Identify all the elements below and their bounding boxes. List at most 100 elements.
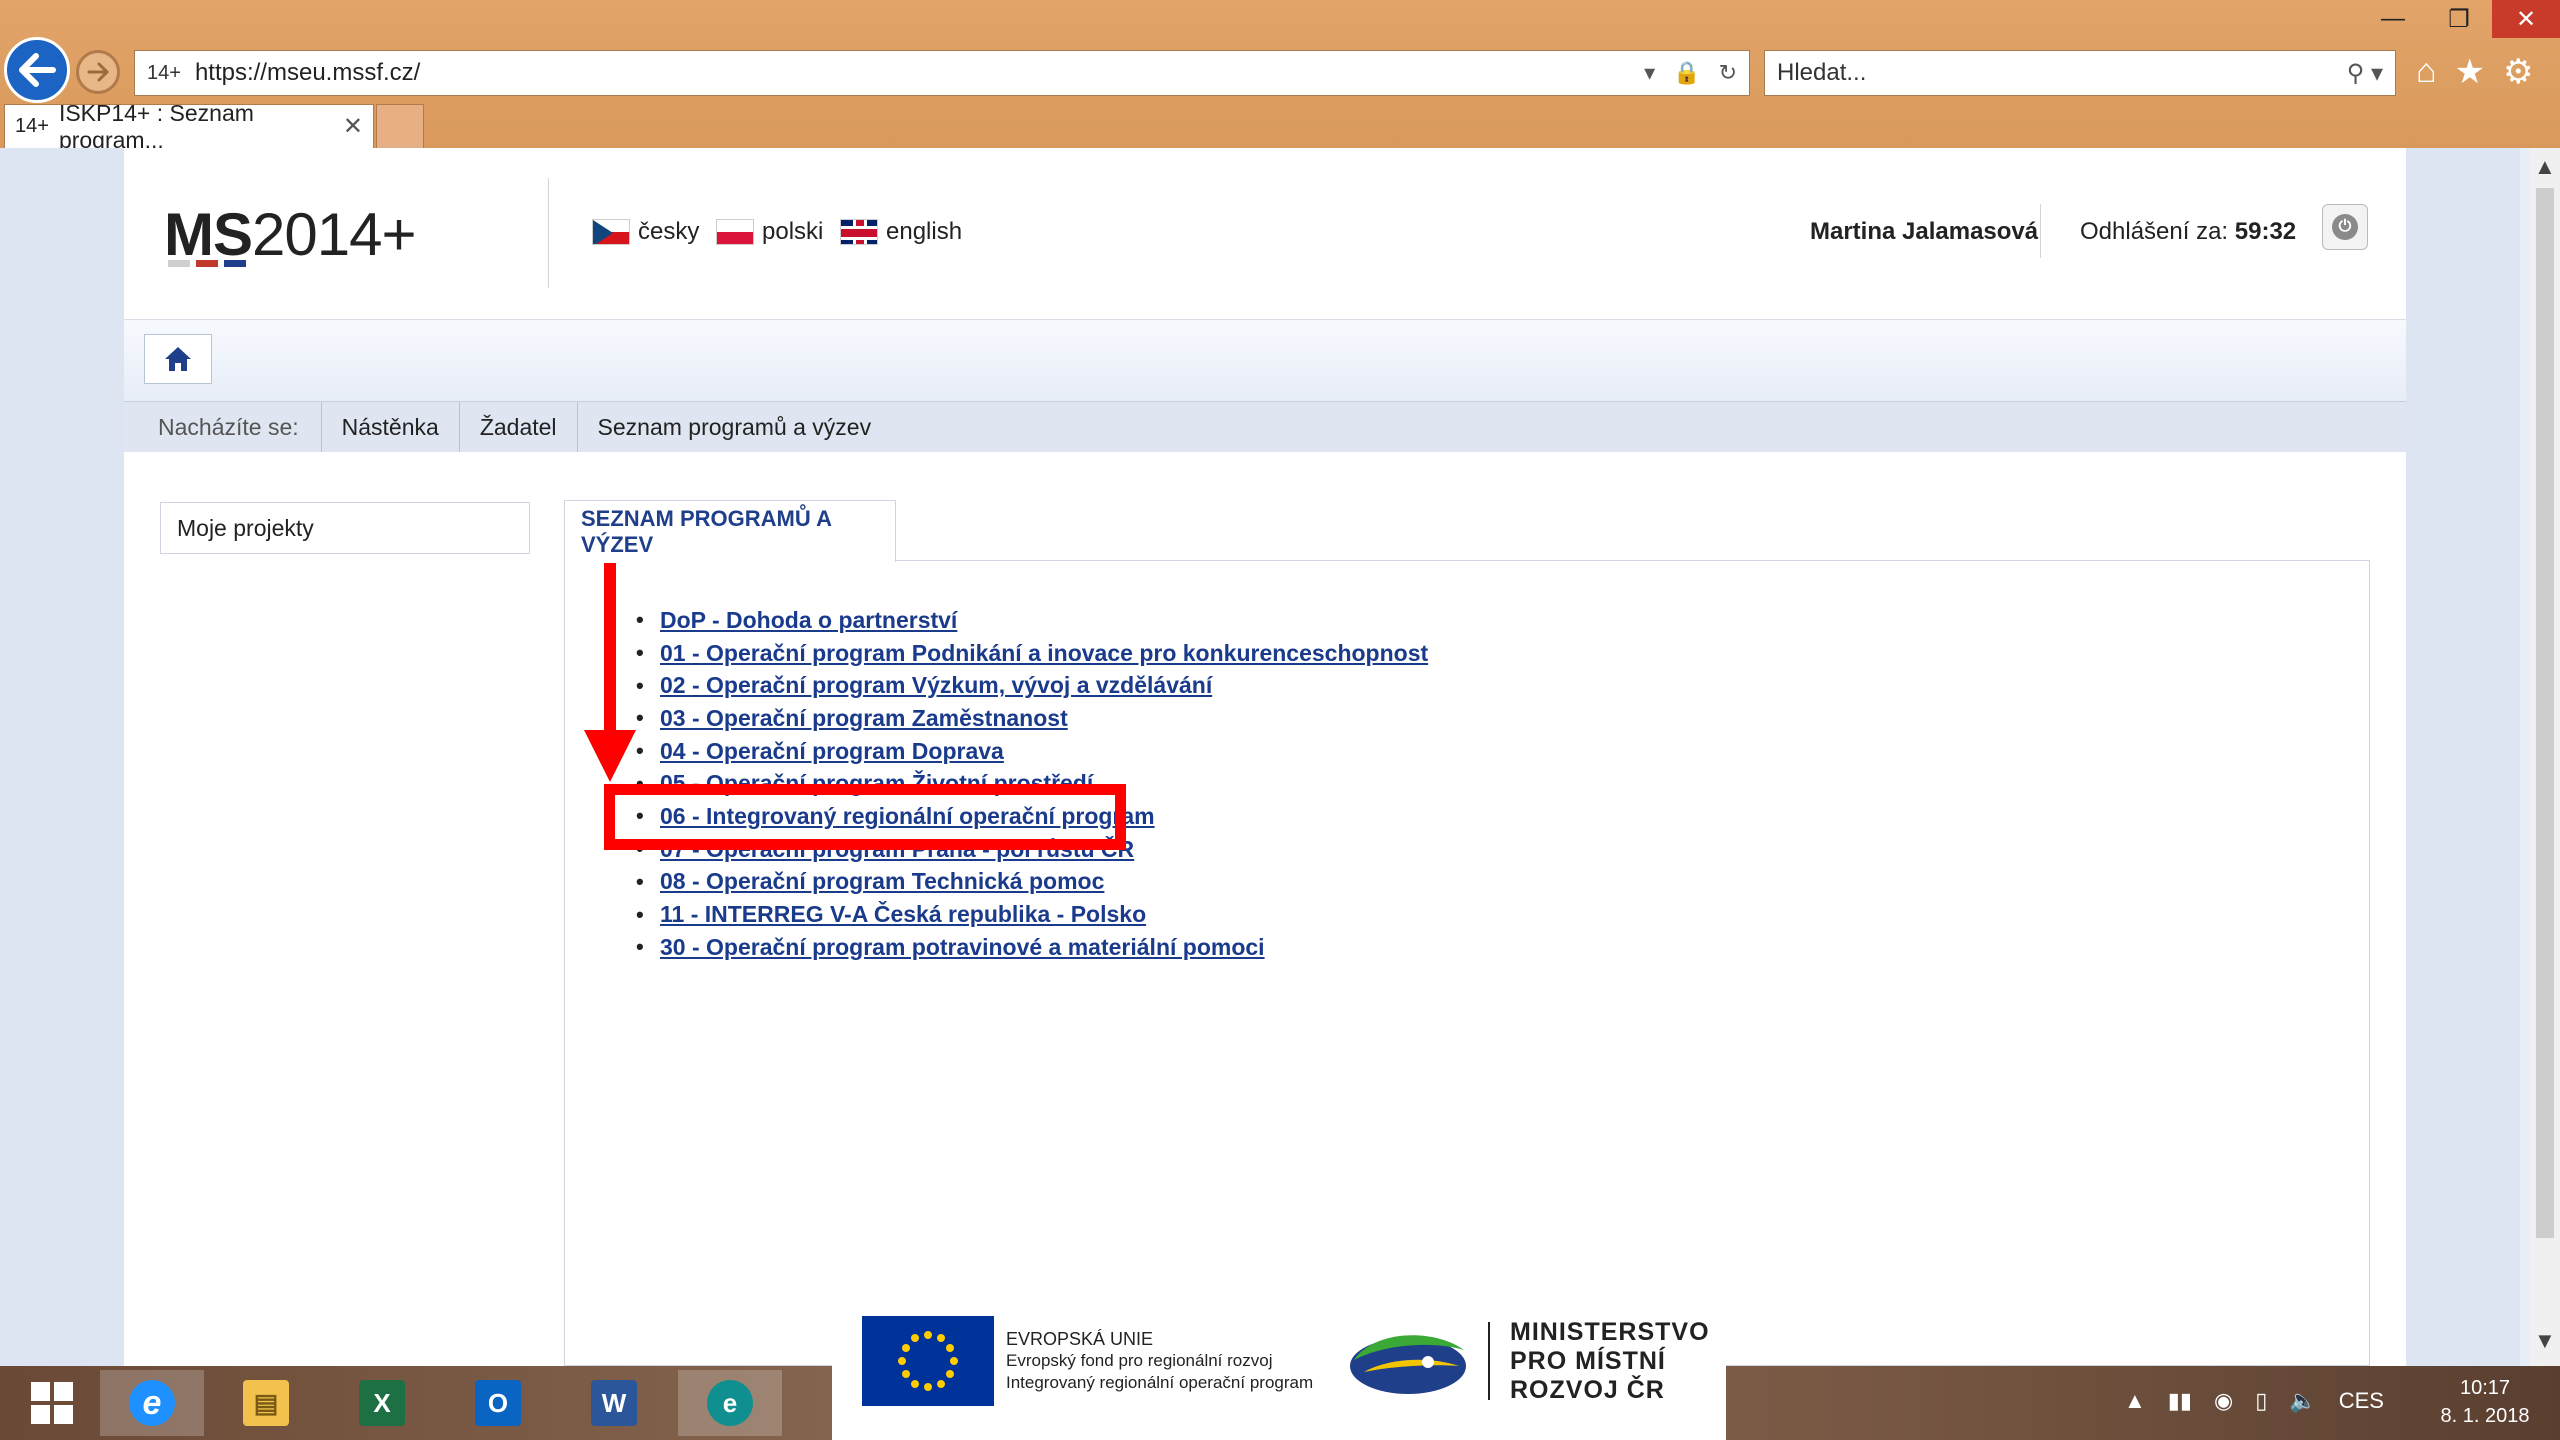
program-link-30[interactable]: 30 - Operační program potravinové a mate… (660, 934, 1265, 961)
site-header (124, 148, 2406, 320)
scroll-down-icon[interactable]: ▼ (2534, 1328, 2556, 1354)
logo-bold: MS (164, 201, 253, 268)
program-link-08[interactable]: 08 - Operační program Technická pomoc (660, 868, 1104, 895)
start-button[interactable] (0, 1370, 104, 1436)
eu-line2: Evropský fond pro regionální rozvoj (1006, 1351, 1273, 1370)
tray-app-icon[interactable]: ◉ (2214, 1388, 2233, 1414)
mmr-line2: PRO MÍSTNÍ (1510, 1347, 1666, 1375)
restore-icon[interactable]: ❐ (2426, 0, 2492, 38)
folder-icon: ▤ (243, 1380, 289, 1426)
arrow-right-icon (87, 62, 109, 82)
program-link-11[interactable]: 11 - INTERREG V-A Česká republika - Pols… (660, 901, 1146, 928)
program-link-dop[interactable]: DoP - Dohoda o partnerství (660, 607, 957, 634)
search-placeholder: Hledat... (1777, 59, 1867, 86)
language-label: polski (762, 218, 824, 245)
close-icon[interactable]: ✕ (2492, 0, 2560, 38)
power-icon: ⏻ (2332, 214, 2358, 240)
uk-flag-icon (840, 219, 878, 245)
logout-label: Odhlášení za: (2080, 218, 2229, 245)
word-icon: W (591, 1380, 637, 1426)
taskbar-outlook[interactable]: O (446, 1370, 550, 1436)
annotation-highlight-box (604, 784, 1126, 850)
back-button[interactable] (4, 37, 70, 103)
lock-icon[interactable]: 🔒 (1673, 60, 1700, 86)
list-item: • 08 - Operační program Technická pomoc (636, 868, 1105, 895)
mmr-logo-icon (1350, 1335, 1466, 1394)
tab-title: ISKP14+ : Seznam program... (58, 99, 254, 153)
mmr-line1: MINISTERSTVO (1510, 1318, 1710, 1346)
program-link-04[interactable]: 04 - Operační program Doprava (660, 738, 1004, 765)
nav-bar (124, 320, 2406, 402)
list-item: • 03 - Operační program Zaměstnanost (636, 704, 1068, 732)
taskbar-edge[interactable]: e (678, 1370, 782, 1436)
home-button[interactable] (144, 334, 212, 384)
logout-button[interactable]: ⏻ (2322, 204, 2368, 250)
system-clock[interactable]: 10:17 8. 1. 2018 (2420, 1374, 2550, 1430)
volume-icon[interactable]: 🔈 (2289, 1388, 2316, 1414)
taskbar-excel[interactable]: X (330, 1370, 434, 1436)
mmr-line3: ROZVOJ ČR (1510, 1376, 1665, 1404)
my-projects-button[interactable]: Moje projekty (160, 502, 530, 554)
tab-programs-calls[interactable]: SEZNAM PROGRAMŮ A VÝZEV (564, 500, 896, 562)
taskbar-internet-explorer[interactable]: e (100, 1370, 204, 1436)
user-name[interactable]: Martina Jalamasová (1810, 218, 2038, 246)
list-item: • 01 - Operační program Podnikání a inova… (636, 639, 1429, 667)
program-link-02[interactable]: 02 - Operační program Výzkum, vývoj a vz… (660, 672, 1212, 699)
language-czech[interactable]: česky (592, 218, 699, 246)
annotation-arrow-icon (584, 730, 636, 782)
minimize-icon[interactable]: — (2360, 0, 2426, 38)
home-icon[interactable]: ⌂ (2416, 52, 2437, 92)
program-link-01[interactable]: 01 - Operační program Podnikání a inovac… (660, 640, 1428, 667)
address-bar[interactable]: 14+ https://mseu.mssf.cz/ ▾ 🔒 ↻ (134, 50, 1750, 96)
input-language[interactable]: CES (2339, 1388, 2384, 1414)
taskbar-word[interactable]: W (562, 1370, 666, 1436)
breadcrumb-zadatel[interactable]: Žadatel (458, 402, 577, 452)
site-favicon-icon: 14+ (147, 61, 181, 84)
list-item: • 02 - Operační program Výzkum, vývoj a v… (636, 672, 1213, 699)
scroll-up-icon[interactable]: ▲ (2534, 154, 2556, 180)
eu-line1: EVROPSKÁ UNIE (1006, 1329, 1154, 1349)
program-link-03[interactable]: 03 - Operační program Zaměstnanost (660, 705, 1068, 732)
new-tab-button[interactable] (376, 104, 424, 148)
language-label: česky (638, 218, 700, 245)
battery-icon[interactable]: ▯ (2255, 1388, 2267, 1414)
eu-flag-icon (862, 1316, 994, 1406)
taskbar-file-explorer[interactable]: ▤ (214, 1370, 318, 1436)
logo-rest: 2014+ (252, 201, 417, 268)
breadcrumb-label: Nacházíte se: (158, 413, 299, 440)
network-signal-icon[interactable]: ▮▮ (2168, 1388, 2192, 1414)
favorites-star-icon[interactable]: ★ (2455, 52, 2485, 92)
browser-toolbar-icons: ⌂ ★ ⚙ (2416, 52, 2534, 92)
list-item: • 30 - Operační program potravinové a mat… (636, 933, 1265, 961)
search-icon[interactable]: ⚲ ▾ (2347, 59, 2383, 88)
outlook-icon: O (475, 1380, 521, 1426)
mmr-text: MINISTERSTVO PRO MÍSTNÍ ROZVOJ ČR (1510, 1318, 1710, 1405)
clock-date: 8. 1. 2018 (2440, 1405, 2530, 1427)
refresh-icon[interactable]: ↻ (1719, 60, 1737, 86)
vertical-scrollbar[interactable]: ▲ ▼ (2530, 148, 2560, 1366)
breadcrumb-nastenka[interactable]: Nástěnka (320, 402, 459, 452)
breadcrumb-current: Seznam programů a výzev (576, 402, 892, 452)
language-polish[interactable]: polski (716, 218, 823, 246)
internet-explorer-icon: e (129, 1380, 175, 1426)
tray-expand-icon[interactable]: ▲ (2124, 1388, 2146, 1414)
excel-icon: X (359, 1380, 405, 1426)
edge-icon: e (707, 1380, 753, 1426)
search-box[interactable]: Hledat... ⚲ ▾ (1764, 50, 2396, 96)
ms2014-logo[interactable]: MS2014+ (164, 200, 417, 269)
language-english[interactable]: english (840, 218, 962, 246)
system-tray: ▲ ▮▮ ◉ ▯ 🔈 CES (2124, 1388, 2384, 1414)
tab-close-icon[interactable]: ✕ (343, 112, 363, 141)
house-icon (165, 347, 191, 371)
breadcrumb: Nacházíte se: Nástěnka Žadatel Seznam pr… (124, 402, 2406, 452)
dropdown-icon[interactable]: ▾ (1644, 60, 1655, 86)
settings-gear-icon[interactable]: ⚙ (2503, 52, 2533, 92)
tab-favicon-icon: 14+ (15, 115, 49, 137)
scroll-thumb[interactable] (2536, 188, 2554, 1238)
forward-button[interactable] (76, 50, 120, 94)
list-item: • 04 - Operační program Doprava (636, 737, 1004, 765)
browser-tab[interactable]: 14+ ISKP14+ : Seznam program... ✕ (4, 100, 374, 153)
clock-time: 10:17 (2459, 1377, 2511, 1399)
user-separator (2040, 204, 2041, 258)
polish-flag-icon (716, 219, 754, 245)
